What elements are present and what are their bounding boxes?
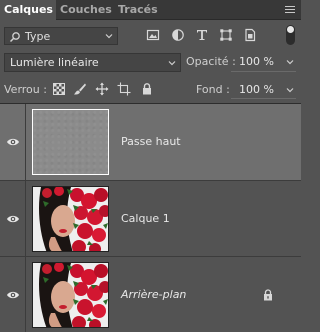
- panel-menu-icon[interactable]: [283, 5, 297, 15]
- adjustment-filter-icon[interactable]: [171, 28, 185, 42]
- layer-thumbnail[interactable]: [32, 262, 109, 328]
- chevron-down-icon[interactable]: [286, 58, 294, 66]
- layer-filter-select[interactable]: Type: [4, 27, 118, 45]
- blend-mode-label: Lumière linéaire: [10, 56, 99, 69]
- fill-field[interactable]: 100 %: [231, 80, 296, 99]
- fill-value[interactable]: 100 %: [239, 83, 274, 96]
- shape-filter-icon[interactable]: [219, 28, 233, 42]
- tab-couches[interactable]: Couches: [56, 0, 114, 20]
- image-filter-icon[interactable]: [146, 28, 160, 42]
- lock-icon[interactable]: [263, 288, 273, 301]
- lock-transparent-pixels-icon[interactable]: [52, 82, 66, 96]
- visibility-cell[interactable]: [0, 181, 26, 256]
- filter-kind-label: Type: [25, 30, 51, 43]
- layer-thumbnail[interactable]: [32, 186, 109, 252]
- lock-position-icon[interactable]: [95, 82, 109, 96]
- chevron-down-icon: [168, 61, 176, 66]
- visibility-cell[interactable]: [0, 257, 26, 332]
- lock-all-icon[interactable]: [140, 82, 154, 96]
- smart-object-filter-icon[interactable]: [243, 28, 257, 42]
- filter-toggle-knob: [287, 26, 294, 33]
- eye-icon[interactable]: [6, 214, 20, 224]
- opacity-value[interactable]: 100 %: [239, 55, 274, 68]
- layers-list: Passe haut Calque 1 Arrière-plan: [0, 103, 301, 332]
- fill-label[interactable]: Fond :: [196, 83, 230, 96]
- layer-name[interactable]: Passe haut: [121, 135, 181, 148]
- layer-name[interactable]: Calque 1: [121, 212, 170, 225]
- lock-artboard-icon[interactable]: [117, 82, 131, 96]
- opacity-label[interactable]: Opacité :: [186, 55, 236, 68]
- layer-row[interactable]: Passe haut: [0, 104, 301, 181]
- eye-icon[interactable]: [6, 137, 20, 147]
- search-icon: [9, 32, 20, 43]
- portrait-roses-image: [33, 263, 108, 327]
- lock-image-pixels-icon[interactable]: [73, 82, 87, 96]
- tab-traces[interactable]: Tracés: [114, 0, 158, 20]
- chevron-down-icon[interactable]: [286, 86, 294, 94]
- panel-tabs: Calques Couches Tracés: [0, 0, 301, 20]
- filter-toggle[interactable]: [286, 25, 295, 45]
- layer-thumbnail[interactable]: [32, 109, 109, 175]
- tab-calques[interactable]: Calques: [0, 0, 56, 20]
- portrait-roses-image: [33, 187, 108, 251]
- eye-icon[interactable]: [6, 290, 20, 300]
- opacity-field[interactable]: 100 %: [231, 53, 296, 72]
- visibility-cell[interactable]: [0, 104, 26, 180]
- type-filter-icon[interactable]: [195, 28, 209, 42]
- lock-label: Verrou :: [4, 83, 47, 96]
- layer-row[interactable]: Arrière-plan: [0, 257, 301, 332]
- layer-name[interactable]: Arrière-plan: [121, 288, 186, 301]
- layer-row[interactable]: Calque 1: [0, 181, 301, 257]
- chevron-down-icon: [105, 34, 113, 39]
- blend-mode-select[interactable]: Lumière linéaire: [4, 53, 181, 72]
